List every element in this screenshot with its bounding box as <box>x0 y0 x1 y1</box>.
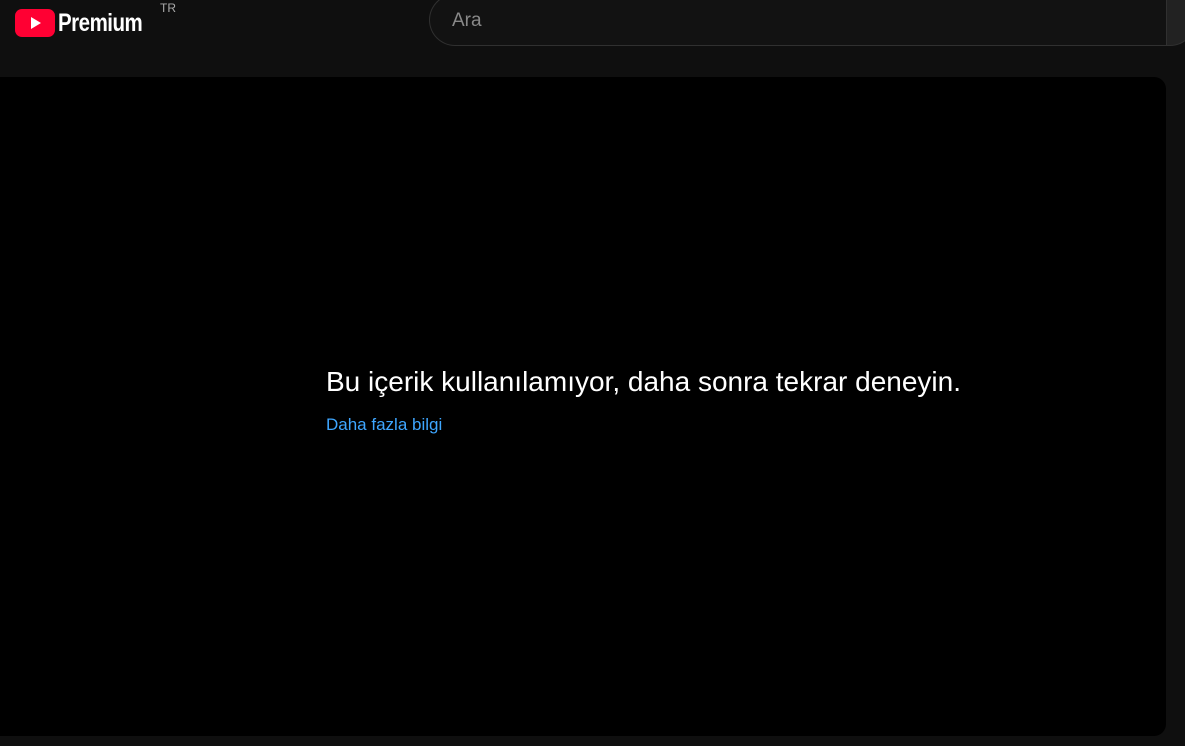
video-player[interactable]: Bu içerik kullanılamıyor, daha sonra tek… <box>0 77 1166 736</box>
learn-more-link[interactable]: Daha fazla bilgi <box>326 414 442 436</box>
country-code: TR <box>160 1 176 15</box>
player-error: Bu içerik kullanılamıyor, daha sonra tek… <box>326 364 961 436</box>
search-box <box>429 0 1166 46</box>
youtube-premium-logo[interactable]: Premium <box>15 5 161 41</box>
search-input[interactable] <box>452 5 1142 37</box>
search-button[interactable] <box>1166 0 1185 46</box>
youtube-play-icon <box>15 9 55 37</box>
logo-text: Premium <box>58 8 143 37</box>
error-message: Bu içerik kullanılamıyor, daha sonra tek… <box>326 366 961 397</box>
top-bar: Premium TR <box>0 0 1185 56</box>
